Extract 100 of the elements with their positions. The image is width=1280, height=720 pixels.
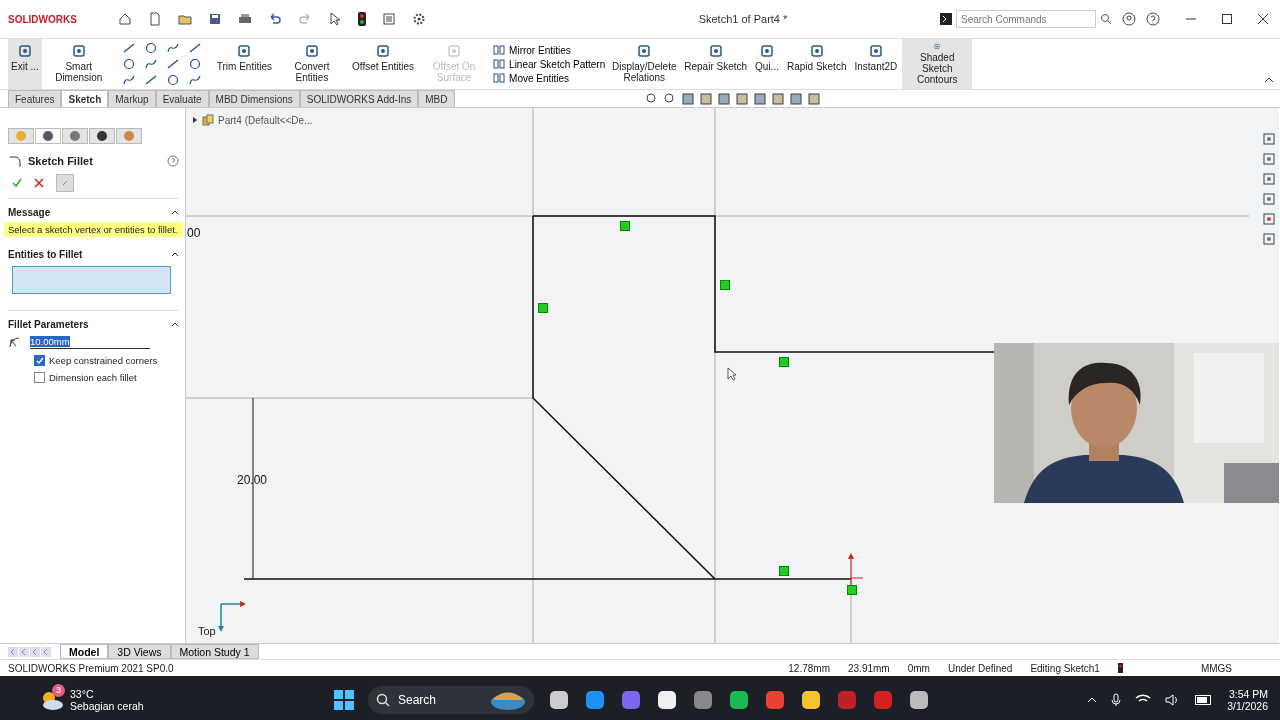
view-tool-icon[interactable] (788, 91, 803, 106)
checkbox[interactable] (34, 372, 45, 383)
ribbon-button[interactable]: Convert Entities (277, 39, 347, 89)
sketch-tool-icon[interactable] (165, 58, 180, 70)
manager-tab-icon[interactable] (35, 128, 61, 144)
ribbon-button[interactable]: Shaded Sketch Contours (902, 39, 973, 89)
command-tab[interactable]: Markup (108, 90, 156, 107)
close-icon[interactable] (1258, 14, 1268, 24)
view-tool-icon[interactable] (716, 91, 731, 106)
taskbar-app-icon[interactable] (656, 689, 678, 711)
view-tool-icon[interactable] (752, 91, 767, 106)
ok-icon[interactable] (12, 178, 22, 188)
command-tab[interactable]: Evaluate (155, 90, 209, 107)
new-document-icon[interactable] (148, 12, 162, 26)
taskbar-app-icon[interactable] (728, 689, 750, 711)
task-pane-icon[interactable] (1262, 152, 1276, 166)
cursor-icon[interactable] (328, 12, 342, 26)
tab-scroll-icon[interactable] (41, 646, 51, 657)
ribbon-button[interactable]: Instant2D (851, 39, 901, 89)
ribbon-button[interactable]: Linear Sketch Pattern (491, 57, 608, 71)
dimension-label[interactable]: 00 (187, 226, 201, 240)
print-icon[interactable] (238, 12, 252, 26)
view-tool-icon[interactable] (644, 91, 659, 106)
model-tab[interactable]: Motion Study 1 (170, 644, 259, 659)
command-tab[interactable]: MBD (418, 90, 455, 107)
microphone-icon[interactable] (1111, 693, 1122, 707)
sketch-tool-icon[interactable] (187, 74, 202, 86)
sketch-tool-icon[interactable] (121, 42, 136, 54)
sketch-tool-icon[interactable] (187, 58, 202, 70)
traffic-light-icon[interactable] (358, 12, 366, 26)
ribbon-button[interactable]: Smart Dimension (43, 39, 114, 89)
section-heading[interactable]: Fillet Parameters (8, 319, 89, 330)
maximize-icon[interactable] (1222, 14, 1232, 24)
open-folder-icon[interactable] (178, 12, 192, 26)
clock-time[interactable]: 3:54 PM (1228, 688, 1268, 700)
task-pane-icon[interactable] (1262, 132, 1276, 146)
collapse-icon[interactable] (171, 322, 179, 327)
task-pane-icon[interactable] (1262, 232, 1276, 246)
tab-scroll-icon[interactable] (8, 646, 18, 657)
sketch-tool-icon[interactable] (165, 74, 180, 86)
task-pane-icon[interactable] (1262, 192, 1276, 206)
taskbar-app-icon[interactable] (800, 689, 822, 711)
tab-scroll-icon[interactable] (30, 646, 40, 657)
units-selector[interactable]: MMGS (1200, 662, 1232, 674)
home-icon[interactable] (118, 12, 132, 26)
checkbox[interactable] (34, 355, 45, 366)
tab-scroll-icon[interactable] (19, 646, 29, 657)
tree-item[interactable]: Part4 (Default<<De... (218, 114, 313, 126)
help-icon[interactable] (1146, 12, 1160, 26)
taskbar-app-icon[interactable] (548, 689, 570, 711)
collapse-ribbon-icon[interactable] (1264, 77, 1274, 83)
save-icon[interactable] (208, 12, 222, 26)
view-tool-icon[interactable] (680, 91, 695, 106)
section-heading[interactable]: Entities to Fillet (8, 249, 83, 260)
radius-field[interactable]: 10.00mm (30, 334, 150, 349)
command-tab[interactable]: MBD Dimensions (208, 90, 300, 107)
ribbon-button[interactable]: Move Entities (491, 71, 608, 85)
sketch-tool-icon[interactable] (143, 74, 158, 86)
search-icon[interactable] (1100, 13, 1112, 25)
ribbon-button[interactable]: Rapid Sketch (783, 39, 850, 89)
ribbon-button[interactable]: Trim Entities (213, 39, 275, 89)
taskbar-search[interactable]: Search (368, 686, 534, 714)
manager-tab-icon[interactable] (89, 128, 115, 144)
collapse-icon[interactable] (171, 210, 179, 215)
undo-icon[interactable] (268, 12, 282, 26)
settings-icon[interactable] (412, 12, 426, 26)
ribbon-button[interactable]: Repair Sketch (681, 39, 751, 89)
dimension-label[interactable]: 20.00 (237, 473, 267, 487)
model-tab[interactable]: 3D Views (108, 644, 171, 659)
ribbon-button[interactable]: Exit ... (8, 39, 42, 89)
options-list-icon[interactable] (382, 12, 396, 26)
task-pane-icon[interactable] (1262, 212, 1276, 226)
taskbar-app-icon[interactable] (908, 689, 930, 711)
task-pane-icon[interactable] (1262, 172, 1276, 186)
search-field[interactable]: Search Commands (956, 10, 1096, 28)
sketch-tool-icon[interactable] (187, 42, 202, 54)
sketch-tool-icon[interactable] (165, 42, 180, 54)
command-prompt-icon[interactable] (940, 13, 952, 25)
collapse-icon[interactable] (171, 252, 179, 257)
command-tab[interactable]: Sketch (61, 90, 109, 107)
user-icon[interactable] (1122, 12, 1136, 26)
sketch-tool-icon[interactable] (121, 74, 136, 86)
sketch-tool-icon[interactable] (143, 58, 158, 70)
battery-icon[interactable] (1195, 695, 1214, 705)
ribbon-button[interactable]: Qui... (752, 39, 782, 89)
command-tab[interactable]: SOLIDWORKS Add-Ins (299, 90, 419, 107)
command-tab[interactable]: Features (8, 90, 62, 107)
view-tool-icon[interactable] (662, 91, 677, 106)
expand-icon[interactable] (192, 116, 198, 124)
clock-date[interactable]: 3/1/2026 (1227, 700, 1268, 712)
section-heading[interactable]: Message (8, 207, 51, 218)
cancel-icon[interactable] (34, 178, 44, 188)
chevron-up-icon[interactable] (1087, 697, 1098, 703)
sketch-tool-icon[interactable] (143, 42, 158, 54)
ribbon-button[interactable]: Display/Delete Relations (609, 39, 680, 89)
ribbon-button[interactable]: Mirror Entities (491, 43, 608, 57)
help-icon[interactable] (167, 155, 179, 167)
ribbon-button[interactable]: Offset Entities (349, 39, 418, 89)
sketch-tool-icon[interactable] (121, 58, 136, 70)
model-tab[interactable]: Model (60, 644, 109, 659)
